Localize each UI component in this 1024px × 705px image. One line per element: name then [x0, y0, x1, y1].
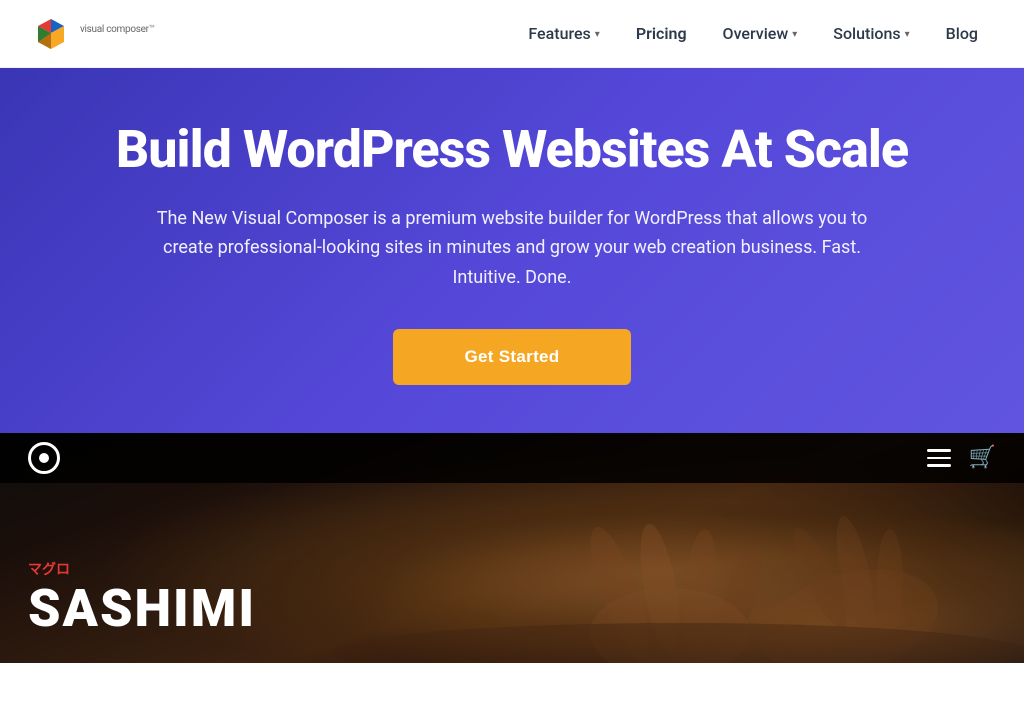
preview-content: マグロ SASHIMI [28, 559, 256, 635]
preview-section: 🛒 マグロ SASHIMI [0, 433, 1024, 663]
logo-icon [32, 15, 70, 53]
nav-item-pricing[interactable]: Pricing [622, 16, 701, 51]
logo-text: visual composer™ [80, 23, 155, 44]
logo[interactable]: visual composer™ [32, 15, 155, 53]
hamburger-icon[interactable] [927, 449, 951, 467]
preview-logo-inner-dot [39, 453, 49, 463]
preview-logo-icon [28, 442, 60, 474]
cart-icon[interactable]: 🛒 [969, 445, 996, 470]
preview-nav-icons: 🛒 [927, 445, 996, 470]
hero-subtitle: The New Visual Composer is a premium web… [152, 204, 872, 293]
nav-item-features[interactable]: Features ▾ [514, 16, 613, 51]
chevron-down-icon: ▾ [595, 29, 600, 40]
chevron-down-icon: ▾ [792, 29, 797, 40]
hero-title: Build WordPress Websites At Scale [32, 120, 992, 180]
get-started-button[interactable]: Get Started [393, 329, 632, 385]
nav-item-solutions[interactable]: Solutions ▾ [819, 16, 923, 51]
hero-section: Build WordPress Websites At Scale The Ne… [0, 68, 1024, 433]
header: visual composer™ Features ▾ Pricing Over… [0, 0, 1024, 68]
main-nav: Features ▾ Pricing Overview ▾ Solutions … [514, 16, 992, 51]
preview-japanese-label: マグロ [28, 559, 256, 579]
nav-item-blog[interactable]: Blog [932, 16, 992, 51]
chevron-down-icon: ▾ [905, 29, 910, 40]
preview-navbar: 🛒 [0, 433, 1024, 483]
nav-item-overview[interactable]: Overview ▾ [709, 16, 812, 51]
preview-title: SASHIMI [28, 583, 256, 635]
